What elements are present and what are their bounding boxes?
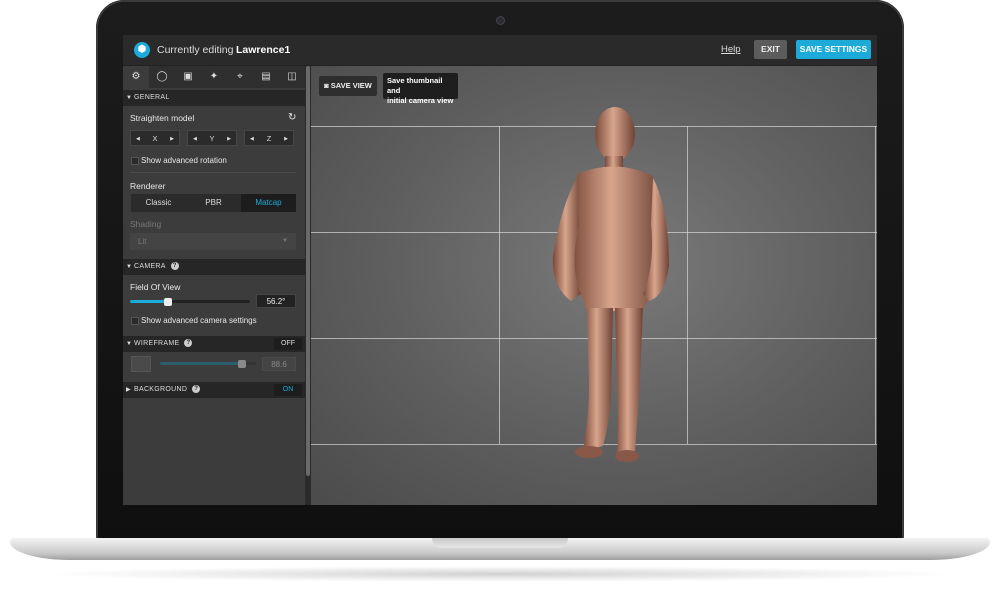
renderer-classic-option[interactable]: Classic bbox=[131, 194, 186, 212]
wireframe-value-field[interactable]: 88.6 bbox=[262, 357, 296, 371]
laptop-shadow bbox=[40, 566, 960, 582]
scrollbar-thumb[interactable] bbox=[306, 66, 310, 476]
caret-down-icon: ▼ bbox=[126, 341, 133, 347]
fov-label: Field Of View bbox=[130, 282, 181, 292]
tab-animation[interactable]: ▤ bbox=[253, 66, 279, 88]
image-icon: ▣ bbox=[183, 71, 193, 82]
renderer-label: Renderer bbox=[130, 181, 166, 191]
chevron-left-icon[interactable]: ◀ bbox=[193, 131, 197, 147]
advanced-camera-label: Show advanced camera settings bbox=[141, 316, 257, 325]
fov-slider-fill bbox=[130, 300, 169, 303]
help-icon[interactable]: ? bbox=[184, 339, 193, 348]
tooltip-line-2: initial camera view bbox=[387, 96, 454, 105]
axis-x-label: X bbox=[152, 134, 158, 143]
caret-right-icon: ▶ bbox=[126, 387, 131, 393]
app-logo-icon[interactable]: ⬢ bbox=[134, 42, 150, 58]
3d-model[interactable] bbox=[531, 96, 691, 466]
save-view-tooltip: Save thumbnail and initial camera view bbox=[383, 73, 458, 105]
advanced-camera-checkbox[interactable] bbox=[131, 317, 139, 325]
fov-value-field[interactable]: 56.2° bbox=[256, 294, 296, 308]
general-title: GENERAL bbox=[134, 94, 170, 101]
axis-z-label: Z bbox=[266, 134, 272, 143]
caret-down-icon: ▼ bbox=[126, 95, 133, 101]
gear-icon: ⚙ bbox=[131, 71, 141, 82]
camera-icon: ◙ bbox=[324, 81, 329, 90]
camera-title: CAMERA bbox=[134, 263, 166, 270]
background-toggle-label: ON bbox=[282, 386, 294, 393]
advanced-rotation-checkbox[interactable] bbox=[131, 157, 139, 165]
3d-viewport[interactable]: ◙ SAVE VIEW Save thumbnail and initial c… bbox=[311, 66, 877, 505]
grid-line bbox=[875, 126, 876, 444]
laptop-notch bbox=[432, 538, 568, 548]
top-bar: ⬢ Currently editing Lawrence1 Help EXIT … bbox=[123, 35, 877, 66]
wireframe-color-swatch[interactable] bbox=[131, 356, 151, 372]
camera-section-header[interactable]: ▼ CAMERA? bbox=[123, 259, 305, 275]
tab-annotations[interactable]: ⌖ bbox=[227, 66, 253, 88]
wireframe-toggle[interactable]: OFF bbox=[274, 338, 302, 350]
tab-post-processing[interactable]: ✦ bbox=[201, 66, 227, 88]
save-settings-button[interactable]: SAVE SETTINGS bbox=[796, 40, 871, 59]
wireframe-title: WIREFRAME bbox=[134, 340, 180, 347]
advanced-rotation-label: Show advanced rotation bbox=[141, 156, 227, 165]
chevron-left-icon[interactable]: ◀ bbox=[136, 131, 140, 147]
shading-value: Lit bbox=[138, 237, 147, 246]
reset-rotation-icon[interactable]: ↻ bbox=[288, 112, 296, 123]
tab-vr[interactable]: ◫ bbox=[279, 66, 305, 88]
model-name: Lawrence1 bbox=[236, 44, 291, 56]
map-pin-icon: ⌖ bbox=[237, 71, 243, 82]
renderer-pbr-option[interactable]: PBR bbox=[186, 194, 241, 212]
axis-y-label: Y bbox=[209, 134, 215, 143]
general-section-header[interactable]: ▼ GENERAL bbox=[123, 90, 305, 106]
save-view-label: SAVE VIEW bbox=[330, 81, 372, 90]
chevron-right-icon[interactable]: ▶ bbox=[170, 131, 174, 147]
rotate-x-control[interactable]: ◀ X ▶ bbox=[130, 130, 180, 146]
webcam-icon bbox=[497, 17, 504, 24]
help-link[interactable]: Help bbox=[721, 44, 741, 55]
app-screen: ⬢ Currently editing Lawrence1 Help EXIT … bbox=[123, 35, 877, 505]
vr-icon: ◫ bbox=[287, 71, 297, 82]
fov-slider-handle[interactable] bbox=[164, 298, 173, 306]
film-icon: ▤ bbox=[261, 71, 271, 82]
tooltip-line-1: Save thumbnail and bbox=[387, 76, 443, 95]
divider bbox=[130, 172, 296, 173]
renderer-matcap-option[interactable]: Matcap bbox=[241, 194, 296, 212]
rotate-z-control[interactable]: ◀ Z ▶ bbox=[244, 130, 294, 146]
tab-materials[interactable]: ▣ bbox=[175, 66, 201, 88]
wireframe-toggle-label: OFF bbox=[281, 340, 295, 347]
background-toggle[interactable]: ON bbox=[274, 384, 302, 396]
wireframe-slider-fill bbox=[160, 362, 242, 365]
tab-general[interactable]: ⚙ bbox=[123, 66, 149, 88]
caret-down-icon: ▼ bbox=[126, 264, 133, 270]
lightbulb-icon: ◯ bbox=[156, 71, 168, 82]
shading-select[interactable]: Lit ▼ bbox=[130, 233, 296, 250]
magic-wand-icon: ✦ bbox=[209, 71, 219, 82]
straighten-model-label: Straighten model bbox=[130, 113, 195, 123]
editing-label: Currently editing bbox=[157, 44, 234, 56]
chevron-right-icon[interactable]: ▶ bbox=[284, 131, 288, 147]
wireframe-slider-handle[interactable] bbox=[237, 360, 246, 368]
shading-label: Shading bbox=[130, 219, 162, 229]
chevron-down-icon: ▼ bbox=[282, 238, 288, 244]
settings-panel: ⚙ ◯ ▣ ✦ ⌖ ▤ ◫ ▼ GENERAL Straighten model … bbox=[123, 66, 305, 505]
exit-button[interactable]: EXIT bbox=[754, 40, 787, 59]
rotate-y-control[interactable]: ◀ Y ▶ bbox=[187, 130, 237, 146]
save-view-button[interactable]: ◙ SAVE VIEW bbox=[319, 76, 377, 96]
help-icon[interactable]: ? bbox=[192, 385, 201, 394]
settings-tab-bar: ⚙ ◯ ▣ ✦ ⌖ ▤ ◫ bbox=[123, 66, 305, 88]
chevron-left-icon[interactable]: ◀ bbox=[250, 131, 254, 147]
chevron-right-icon[interactable]: ▶ bbox=[227, 131, 231, 147]
help-icon[interactable]: ? bbox=[170, 262, 179, 271]
grid-line bbox=[499, 126, 500, 444]
background-title: BACKGROUND bbox=[134, 386, 188, 393]
tab-lighting[interactable]: ◯ bbox=[149, 66, 175, 88]
